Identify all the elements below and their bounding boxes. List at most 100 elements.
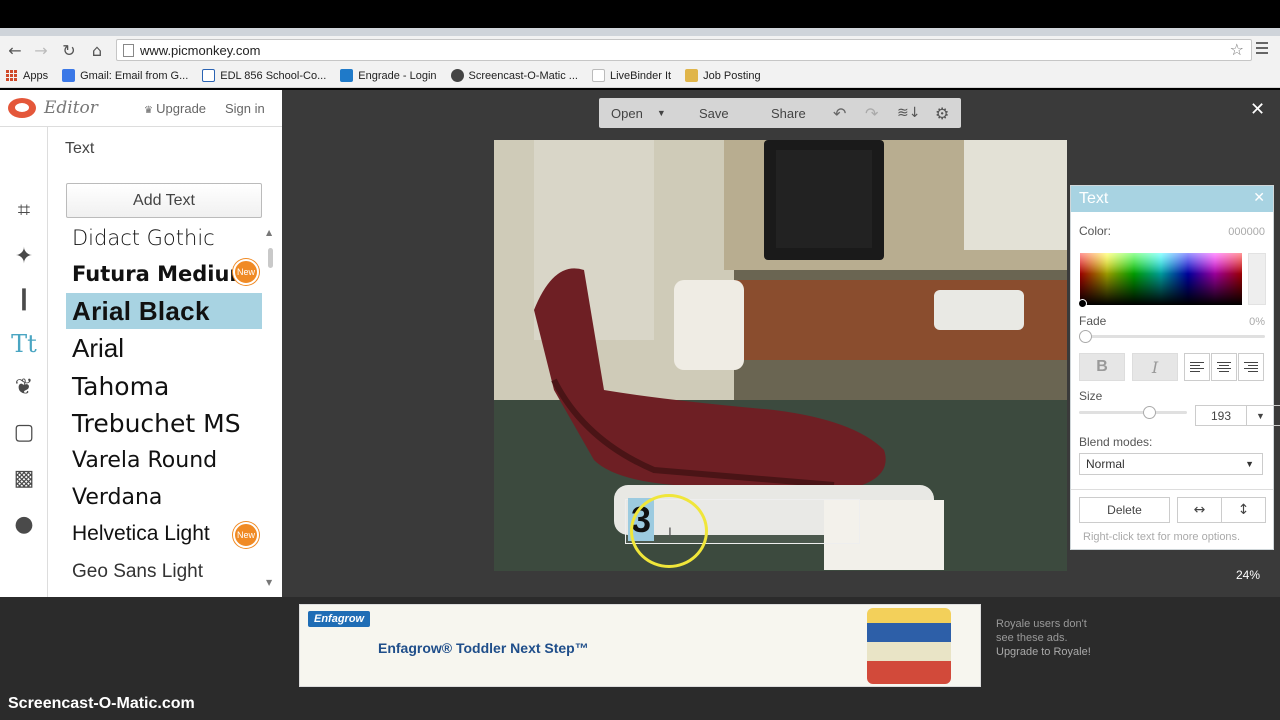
product-can-image [867,608,951,684]
bookmark-job-posting[interactable]: Job Posting [685,69,761,82]
ad-title[interactable]: Enfagrow® Toddler Next Step™ [378,640,589,656]
engrade-icon [340,69,354,82]
ibeam-cursor-icon: I [668,524,672,540]
fade-value: 0% [1249,316,1265,328]
crown-icon: ♛ [144,105,157,116]
monkey-logo-icon [8,98,36,118]
color-spectrum[interactable] [1080,253,1242,305]
chevron-down-icon: ▼ [1245,459,1254,469]
size-label: Size [1079,389,1103,403]
delete-button[interactable]: Delete [1079,497,1170,523]
font-item-verdana[interactable]: Verdana [66,479,262,515]
logo-text: Editor [44,98,98,118]
text-palette: Text ✕ Color: 000000 Fade 0% B I Size 19… [1070,185,1280,550]
scroll-down-icon[interactable]: ▼ [266,578,272,587]
forward-icon[interactable]: → [30,39,52,61]
google-icon [62,69,76,82]
chevron-down-icon[interactable]: ▼ [1246,406,1274,425]
enfagrow-ad[interactable]: Enfagrow Enfagrow® Toddler Next Step™ [299,604,981,687]
new-badge: New [233,522,259,548]
open-button[interactable]: Open ▼ [611,98,666,128]
scroll-up-icon[interactable]: ▲ [266,228,272,237]
font-item-arial-black[interactable]: Arial Black [66,293,262,329]
align-right-button[interactable] [1238,353,1264,381]
address-bar[interactable]: www.picmonkey.com [116,39,1252,61]
size-slider-handle[interactable] [1143,406,1157,419]
font-list-scrollbar[interactable]: ▲ ▼ [266,228,276,590]
scroll-thumb[interactable] [268,248,273,268]
new-badge: New [233,259,259,285]
bookmarks-bar: Apps Gmail: Email from G... EDL 856 Scho… [0,64,1280,88]
share-button[interactable]: Share [771,98,806,128]
screencast-watermark: Screencast-O-Matic.com [8,695,195,712]
screencast-icon [450,69,464,82]
add-text-button[interactable]: Add Text [66,183,262,218]
bookmark-livebinder[interactable]: LiveBinder It [591,69,671,82]
font-item-tahoma[interactable]: Tahoma [66,368,262,404]
blend-mode-select[interactable]: Normal ▼ [1079,453,1263,475]
magic-wand-icon[interactable]: ✦ [9,241,39,271]
save-button[interactable]: Save [699,98,729,128]
palette-header[interactable]: Text [1071,186,1273,212]
text-tool-icon[interactable]: Tt [9,329,39,359]
bookmark-gmail[interactable]: Gmail: Email from G... [62,69,188,82]
font-item-trebuchet-ms[interactable]: Trebuchet MS [66,405,262,441]
picmonkey-logo[interactable]: Editor [8,98,98,118]
font-item-didact-gothic[interactable]: Didact Gothic [66,220,262,256]
flip-horizontal-icon[interactable]: ↔ [1177,497,1222,523]
right-click-hint: Right-click text for more options. [1083,531,1241,543]
overlay-butterfly-icon[interactable]: ❦ [9,372,39,402]
panel-title: Text [65,140,95,157]
bookmark-screencast[interactable]: Screencast-O-Matic ... [450,69,578,82]
browser-menu-icon[interactable] [1256,42,1268,57]
size-select[interactable]: 193 ▼ [1195,405,1280,426]
upgrade-royale-link[interactable]: Upgrade to Royale! [996,645,1106,659]
align-left-button[interactable] [1184,353,1210,381]
bookmark-star-icon[interactable]: ☆ [1230,40,1244,59]
blend-modes-label: Blend modes: [1079,435,1153,449]
upgrade-link[interactable]: ♛ Upgrade [144,101,206,116]
editor-toolbar: Open ▼ Save Share ↶ ↷ ≋↓ ⚙ [599,98,961,128]
sign-in-link[interactable]: Sign in [225,101,265,116]
flip-vertical-icon[interactable]: ↕ [1221,497,1266,523]
home-icon[interactable]: ⌂ [86,39,108,61]
close-icon[interactable]: ✕ [1253,190,1265,206]
redo-icon[interactable]: ↷ [865,98,878,128]
ad-brand-logo: Enfagrow [308,611,371,627]
gear-icon[interactable]: ⚙ [935,98,949,128]
align-center-button[interactable] [1211,353,1237,381]
recent-colors-swatch[interactable] [1248,253,1266,305]
page-icon [591,69,605,82]
undo-icon[interactable]: ↶ [833,98,846,128]
fade-label: Fade [1079,314,1107,328]
theme-apple-icon[interactable]: ● [9,509,39,539]
zoom-level[interactable]: 24% [1236,568,1260,582]
frame-icon[interactable]: ▢ [9,417,39,447]
reload-icon[interactable]: ↻ [58,39,80,61]
chevron-down-icon: ▼ [656,108,666,118]
page-icon [202,69,216,82]
italic-button[interactable]: I [1132,353,1178,381]
font-item-arial[interactable]: Arial [66,330,262,366]
size-slider-track[interactable] [1079,411,1187,414]
font-item-varela-round[interactable]: Varela Round [66,442,262,478]
fade-slider-handle[interactable] [1079,330,1092,343]
back-icon[interactable]: ← [4,39,26,61]
bookmark-engrade[interactable]: Engrade - Login [340,69,437,82]
touchup-icon[interactable]: ❙ [9,283,39,313]
bookmark-apps[interactable]: Apps [6,70,48,82]
apps-grid-icon [6,70,17,81]
layers-icon[interactable]: ≋↓ [897,98,920,128]
fade-slider-track[interactable] [1085,335,1265,338]
texture-icon[interactable]: ▩ [9,463,39,493]
color-label: Color: [1079,224,1112,238]
close-editor-icon[interactable]: ✕ [1250,99,1265,120]
page-icon [123,43,134,57]
color-picker-handle[interactable] [1078,299,1087,308]
tool-sidebar: ⌗ ✦ ❙ Tt ❦ ▢ ▩ ● [0,127,48,597]
bold-button[interactable]: B [1079,353,1125,381]
crop-icon[interactable]: ⌗ [9,195,39,225]
color-hex-value[interactable]: 000000 [1228,226,1265,238]
font-item-geo-sans-light[interactable]: Geo Sans Light [66,554,262,590]
bookmark-edl856[interactable]: EDL 856 School-Co... [202,69,326,82]
